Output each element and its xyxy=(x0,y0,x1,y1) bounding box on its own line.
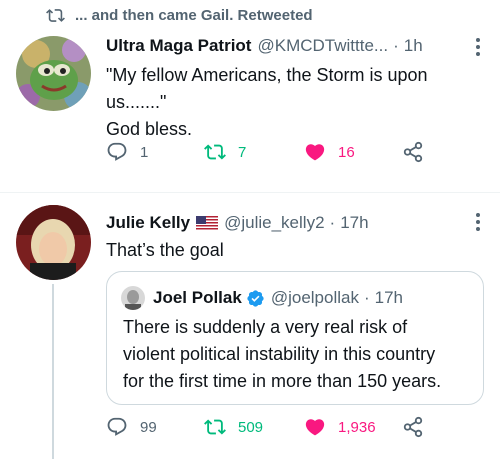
tweet-text: That’s the goal xyxy=(106,240,224,260)
tweet-text-line: God bless. xyxy=(106,119,193,139)
reply-button[interactable]: 99 xyxy=(106,416,157,438)
tweet-header: Julie Kelly @julie_kelly2 · 17h xyxy=(106,213,369,233)
tweet-text-line: "My fellow Americans, the Storm is upon xyxy=(106,65,428,85)
quoted-tweet-header: Joel Pollak @joelpollak · 17h xyxy=(121,286,403,310)
retweet-icon xyxy=(204,419,226,435)
quoted-text-line: There is suddenly a very real risk of xyxy=(123,317,408,337)
verified-icon xyxy=(247,289,264,307)
retweet-banner-text[interactable]: ... and then came Gail. Retweeted xyxy=(75,7,313,24)
like-count: 1,936 xyxy=(338,418,376,436)
like-count: 16 xyxy=(338,143,355,161)
author-name[interactable]: Ultra Maga Patriot xyxy=(106,36,251,56)
share-icon xyxy=(403,416,423,438)
retweet-button[interactable]: 509 xyxy=(204,416,263,438)
quoted-avatar xyxy=(121,286,145,310)
share-icon xyxy=(403,141,423,163)
reply-icon xyxy=(107,417,127,436)
tweet[interactable]: Julie Kelly @julie_kelly2 · 17h That’s t… xyxy=(0,193,500,459)
separator-dot: · xyxy=(363,288,370,307)
us-flag-icon xyxy=(196,215,219,231)
retweet-button[interactable]: 7 xyxy=(204,141,246,163)
share-button[interactable] xyxy=(402,141,424,163)
quoted-text-line: violent political instability in this co… xyxy=(123,344,436,364)
like-button[interactable]: 16 xyxy=(304,141,355,163)
author-handle[interactable]: @julie_kelly2 xyxy=(224,213,324,233)
reply-button[interactable]: 1 xyxy=(106,141,148,163)
reply-count: 99 xyxy=(140,418,157,436)
quoted-tweet[interactable]: Joel Pollak @joelpollak · 17h There is s… xyxy=(106,271,484,405)
quoted-text-line: for the first time in more than 150 year… xyxy=(123,371,442,391)
quoted-tweet-text: There is suddenly a very real risk of vi… xyxy=(123,314,473,395)
avatar[interactable] xyxy=(16,205,91,280)
like-icon xyxy=(305,144,325,161)
like-icon xyxy=(305,419,325,436)
separator-dot: · xyxy=(329,213,336,232)
retweet-count: 509 xyxy=(238,418,264,436)
quoted-tweet-time: 17h xyxy=(374,288,404,307)
tweet-text: "My fellow Americans, the Storm is upon … xyxy=(106,62,466,143)
quoted-author-name: Joel Pollak xyxy=(153,288,242,307)
reply-count: 1 xyxy=(140,143,149,161)
retweet-icon xyxy=(46,9,65,22)
tweet-text-line: us......." xyxy=(106,92,167,112)
separator-dot: · xyxy=(393,36,399,55)
retweet-banner: ... and then came Gail. Retweeted xyxy=(46,6,313,25)
reply-icon xyxy=(107,142,127,161)
tweet[interactable]: Ultra Maga Patriot @KMCDTwittte... · 1h … xyxy=(0,28,500,192)
author-handle[interactable]: @KMCDTwittte... xyxy=(257,36,388,56)
retweet-count: 7 xyxy=(238,143,247,161)
author-name[interactable]: Julie Kelly xyxy=(106,213,190,233)
more-icon[interactable] xyxy=(476,213,480,234)
more-icon[interactable] xyxy=(476,38,480,59)
tweet-header: Ultra Maga Patriot @KMCDTwittte... · 1h xyxy=(106,36,423,56)
tweet-time[interactable]: 17h xyxy=(340,213,368,233)
avatar[interactable] xyxy=(16,36,91,111)
share-button[interactable] xyxy=(402,416,424,438)
retweet-icon xyxy=(204,144,226,160)
like-button[interactable]: 1,936 xyxy=(304,416,376,438)
tweet-time[interactable]: 1h xyxy=(404,36,423,56)
quoted-author-handle: @joelpollak xyxy=(270,288,359,307)
thread-line xyxy=(52,284,54,459)
